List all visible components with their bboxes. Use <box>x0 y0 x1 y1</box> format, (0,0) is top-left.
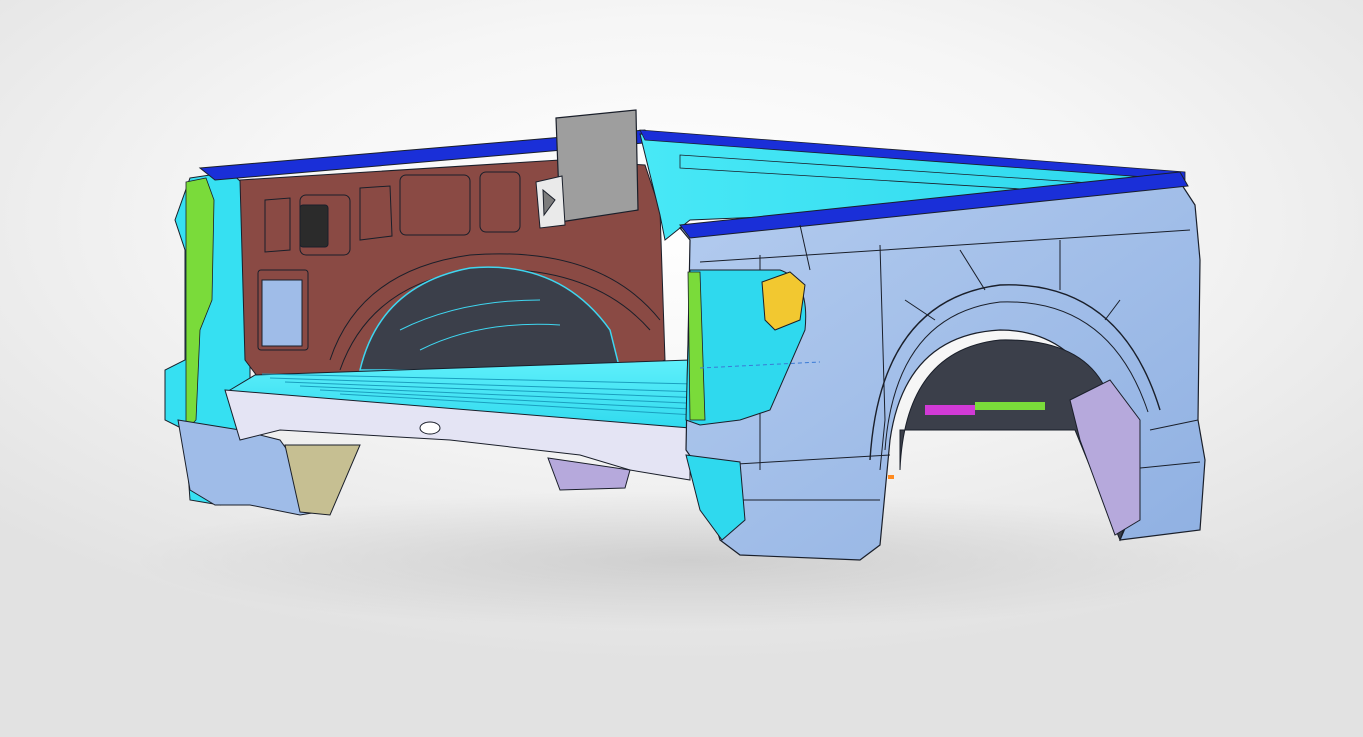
wheel-well-magenta-part <box>925 405 975 415</box>
cad-viewport[interactable] <box>0 0 1363 737</box>
tie-down-cleat[interactable] <box>299 204 329 248</box>
front-wall-window-opening <box>261 279 303 347</box>
cross-sill-slot <box>419 421 441 435</box>
orange-marker <box>888 475 894 479</box>
wheel-well-green-part <box>975 402 1045 410</box>
truck-bed-model[interactable] <box>0 0 1363 737</box>
